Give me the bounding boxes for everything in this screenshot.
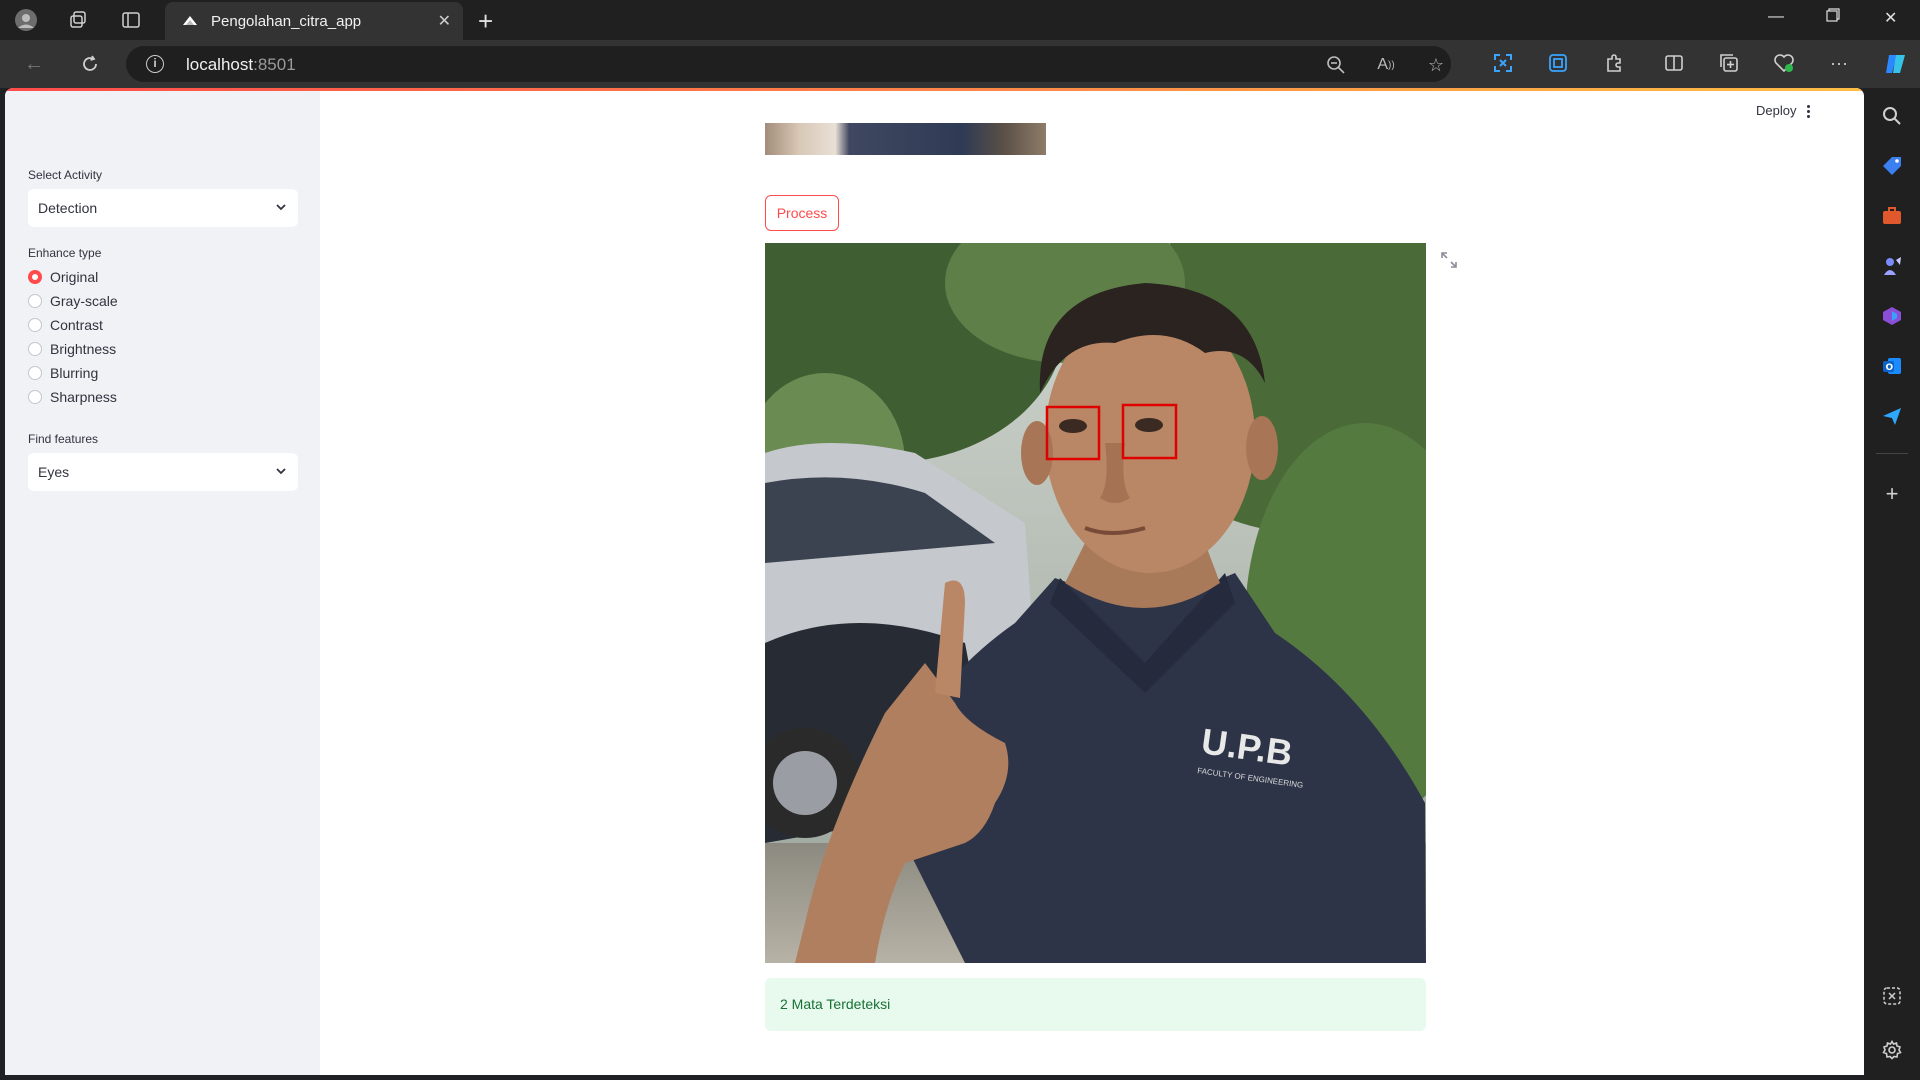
copilot-icon[interactable] [1882,50,1910,78]
chevron-down-icon [276,204,286,211]
features-select[interactable]: Eyes [28,453,298,491]
main-content: Deploy Process U.P.B FACULTY OF ENGINEER… [320,91,1864,1075]
settings-gear-icon[interactable] [1880,1038,1904,1062]
deploy-button[interactable]: Deploy [1756,103,1796,118]
restore-button[interactable] [1826,8,1840,27]
detection-result-image: U.P.B FACULTY OF ENGINEERING [765,243,1426,963]
read-aloud-icon[interactable]: A)) [1376,55,1396,75]
add-app-icon[interactable]: + [1880,481,1904,506]
tab-close-icon[interactable]: ✕ [438,11,451,31]
radio-label: Contrast [50,317,103,333]
send-icon[interactable] [1880,404,1904,428]
page-viewport: Select Activity Detection Enhance type O… [5,88,1864,1075]
outlook-icon[interactable]: O [1880,354,1904,378]
uploaded-image-preview [765,123,1046,155]
radio-icon [28,366,42,380]
close-window-button[interactable]: ✕ [1884,8,1897,28]
radio-sharpness[interactable]: Sharpness [28,387,117,407]
profile-avatar[interactable] [14,8,38,32]
site-info-icon[interactable]: i [146,55,164,73]
reload-icon[interactable] [78,52,102,76]
vertical-tabs-icon[interactable] [119,8,143,32]
process-button[interactable]: Process [765,195,839,231]
screenshot-icon[interactable] [1547,52,1569,74]
extensions-icon[interactable] [1603,52,1625,74]
radio-brightness[interactable]: Brightness [28,339,116,359]
address-bar: ← i localhost:8501 A)) ☆ ··· [0,40,1920,88]
shopping-tag-icon[interactable] [1880,154,1904,178]
activity-label: Select Activity [28,168,103,182]
radio-label: Blurring [50,365,99,381]
title-bar: Pengolahan_citra_app ✕ + — ✕ [0,0,1920,40]
activity-select[interactable]: Detection [28,189,298,227]
url-field[interactable]: i localhost:8501 A)) ☆ [126,46,1451,82]
browser-essentials-icon[interactable] [1773,52,1795,74]
radio-label: Gray-scale [50,293,118,309]
radio-icon [28,318,42,332]
features-label: Find features [28,432,99,446]
radio-selected-icon [28,270,42,284]
search-icon[interactable] [1880,104,1904,128]
favorite-star-icon[interactable]: ☆ [1426,55,1446,75]
rail-divider [1876,453,1908,454]
radio-label: Sharpness [50,389,117,405]
streamlit-favicon [183,16,197,25]
edge-sidebar: O + [1864,88,1920,1080]
svg-text:O: O [1886,363,1894,373]
screen-capture-icon[interactable] [1880,984,1904,1008]
more-options-icon[interactable]: ··· [1828,52,1850,74]
tab-active[interactable]: Pengolahan_citra_app ✕ [165,2,463,40]
chevron-down-icon [276,468,286,475]
workspaces-icon[interactable] [66,8,90,32]
minimize-button[interactable]: — [1768,8,1784,26]
radio-contrast[interactable]: Contrast [28,315,103,335]
new-tab-button[interactable]: + [478,6,493,37]
success-alert: 2 Mata Terdeteksi [765,978,1426,1031]
radio-label: Original [50,269,99,285]
activity-select-value: Detection [38,200,98,216]
tab-title: Pengolahan_citra_app [211,12,362,30]
radio-icon [28,342,42,356]
split-screen-icon[interactable] [1663,52,1685,74]
radio-label: Brightness [50,341,117,357]
main-menu-icon[interactable] [1800,101,1816,121]
fullscreen-expand-icon[interactable] [1440,251,1460,271]
games-icon[interactable] [1880,254,1904,278]
radio-original[interactable]: Original [28,267,98,287]
collections-icon[interactable] [1718,52,1740,74]
microsoft-365-icon[interactable] [1880,304,1904,328]
enhance-label: Enhance type [28,246,102,260]
fullscreen-icon[interactable] [1492,52,1514,74]
back-icon[interactable]: ← [22,52,46,76]
app-sidebar: Select Activity Detection Enhance type O… [5,91,320,1075]
features-select-value: Eyes [38,464,70,480]
radio-icon [28,294,42,308]
radio-gray-scale[interactable]: Gray-scale [28,291,118,311]
tools-briefcase-icon[interactable] [1880,204,1904,228]
radio-icon [28,390,42,404]
radio-blurring[interactable]: Blurring [28,363,98,383]
zoom-out-icon[interactable] [1326,55,1346,75]
url-text: localhost:8501 [186,55,296,74]
